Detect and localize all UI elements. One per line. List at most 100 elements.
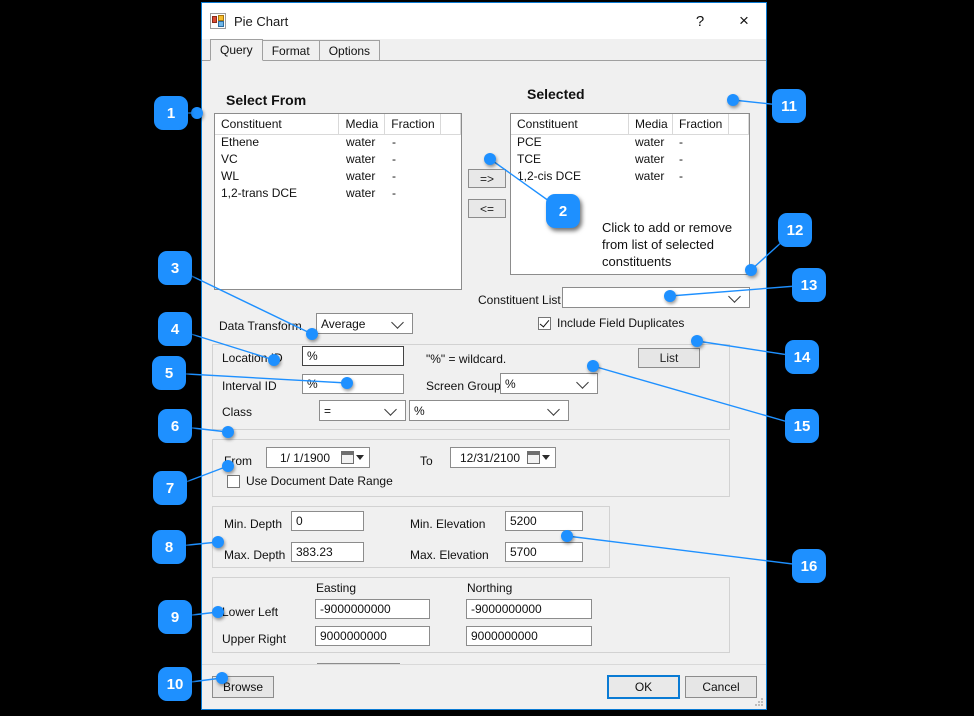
pie-chart-dialog: Pie Chart ? × Query Format Options Selec…	[201, 2, 767, 710]
to-date-picker[interactable]: 12/31/2100	[450, 447, 556, 468]
chevron-down-icon[interactable]	[548, 401, 564, 420]
callout-badge-8: 8	[152, 530, 186, 564]
interval-id-input[interactable]: %	[302, 374, 404, 394]
title-bar: Pie Chart ? ×	[202, 3, 766, 39]
list-item[interactable]: 1,2-cis DCE water -	[511, 169, 749, 186]
tab-strip: Query Format Options	[202, 39, 766, 61]
chevron-down-icon[interactable]	[392, 314, 408, 333]
cell-constituent: WL	[215, 169, 340, 186]
selected-listbox[interactable]: Constituent Media Fraction PCE water - T…	[510, 113, 750, 275]
list-item[interactable]: PCE water -	[511, 135, 749, 152]
callout-dot-5	[341, 377, 353, 389]
include-field-duplicates-checkbox[interactable]: Include Field Duplicates	[538, 316, 684, 330]
checkbox-icon[interactable]	[227, 475, 240, 488]
chevron-down-icon[interactable]	[385, 401, 401, 420]
calendar-icon[interactable]	[341, 451, 354, 464]
cancel-button[interactable]: Cancel	[685, 676, 757, 698]
max-depth-label: Max. Depth	[224, 548, 285, 562]
tab-options[interactable]: Options	[319, 40, 380, 61]
data-transform-combo[interactable]: Average	[316, 313, 413, 334]
column-constituent[interactable]: Constituent	[215, 114, 339, 135]
column-fraction[interactable]: Fraction	[673, 114, 729, 135]
screen-group-label: Screen Group	[426, 379, 501, 393]
chevron-down-icon[interactable]	[356, 455, 364, 460]
tab-format[interactable]: Format	[262, 40, 320, 61]
callout-badge-5: 5	[152, 356, 186, 390]
selected-help-note: Click to add or remove from list of sele…	[602, 219, 742, 270]
ok-button[interactable]: OK	[607, 675, 680, 699]
chevron-down-icon[interactable]	[542, 455, 550, 460]
location-id-input[interactable]: %	[302, 346, 404, 366]
calendar-icon[interactable]	[527, 451, 540, 464]
callout-badge-14: 14	[785, 340, 819, 374]
callout-dot-16	[561, 530, 573, 542]
callout-dot-15	[587, 360, 599, 372]
add-to-selected-button[interactable]: =>	[468, 169, 506, 188]
column-media[interactable]: Media	[339, 114, 385, 135]
upper-right-easting-input[interactable]: 9000000000	[315, 626, 430, 646]
list-button[interactable]: List	[638, 348, 700, 368]
cell-media: water	[629, 135, 673, 152]
from-date-picker[interactable]: 1/ 1/1900	[266, 447, 370, 468]
help-button[interactable]: ?	[678, 5, 722, 37]
wildcard-hint: "%" = wildcard.	[426, 352, 506, 366]
class-value-combo[interactable]: %	[409, 400, 569, 421]
column-media[interactable]: Media	[629, 114, 673, 135]
list-item[interactable]: 1,2-trans DCE water -	[215, 186, 461, 203]
close-icon[interactable]: ×	[722, 5, 766, 37]
max-elevation-label: Max. Elevation	[410, 548, 489, 562]
remove-from-selected-button[interactable]: <=	[468, 199, 506, 218]
list-item[interactable]: TCE water -	[511, 152, 749, 169]
class-operator-combo[interactable]: =	[319, 400, 406, 421]
callout-dot-13	[664, 290, 676, 302]
callout-dot-7	[222, 460, 234, 472]
class-operator-value: =	[324, 404, 331, 418]
callout-dot-3	[306, 328, 318, 340]
list-item[interactable]: Ethene water -	[215, 135, 461, 152]
cell-constituent: PCE	[511, 135, 629, 152]
cell-media: water	[629, 169, 673, 186]
lower-left-easting-input[interactable]: -9000000000	[315, 599, 430, 619]
select-from-heading: Select From	[226, 92, 306, 108]
list-item[interactable]: WL water -	[215, 169, 461, 186]
screen-group-value: %	[505, 377, 516, 391]
chevron-down-icon[interactable]	[577, 374, 593, 393]
screen-group-combo[interactable]: %	[500, 373, 598, 394]
min-elevation-input[interactable]: 5200	[505, 511, 583, 531]
cell-fraction: -	[673, 135, 729, 152]
column-spacer	[729, 114, 749, 135]
upper-right-northing-input[interactable]: 9000000000	[466, 626, 592, 646]
min-depth-label: Min. Depth	[224, 517, 282, 531]
min-depth-input[interactable]: 0	[291, 511, 364, 531]
min-elevation-label: Min. Elevation	[410, 517, 485, 531]
column-spacer	[441, 114, 461, 135]
callout-dot-1	[191, 107, 203, 119]
chevron-down-icon[interactable]	[729, 288, 745, 307]
constituent-list-combo[interactable]	[562, 287, 750, 308]
column-fraction[interactable]: Fraction	[385, 114, 441, 135]
cell-fraction: -	[386, 169, 442, 186]
window-title: Pie Chart	[234, 14, 678, 29]
cell-media: water	[340, 169, 386, 186]
select-from-listbox[interactable]: Constituent Media Fraction Ethene water …	[214, 113, 462, 290]
class-value: %	[414, 404, 425, 418]
cell-fraction: -	[673, 152, 729, 169]
list-item[interactable]: VC water -	[215, 152, 461, 169]
interval-id-label: Interval ID	[222, 379, 277, 393]
resize-grip[interactable]	[754, 697, 764, 707]
cell-media: water	[340, 135, 386, 152]
lower-left-northing-input[interactable]: -9000000000	[466, 599, 592, 619]
max-elevation-input[interactable]: 5700	[505, 542, 583, 562]
callout-badge-13: 13	[792, 268, 826, 302]
callout-badge-16: 16	[792, 549, 826, 583]
tab-query[interactable]: Query	[210, 39, 263, 61]
cell-constituent: VC	[215, 152, 340, 169]
callout-badge-12: 12	[778, 213, 812, 247]
callout-dot-9	[212, 606, 224, 618]
cell-fraction: -	[386, 135, 442, 152]
checkbox-icon[interactable]	[538, 317, 551, 330]
max-depth-input[interactable]: 383.23	[291, 542, 364, 562]
column-constituent[interactable]: Constituent	[511, 114, 629, 135]
callout-dot-11	[727, 94, 739, 106]
use-document-date-range-checkbox[interactable]: Use Document Date Range	[227, 474, 393, 488]
